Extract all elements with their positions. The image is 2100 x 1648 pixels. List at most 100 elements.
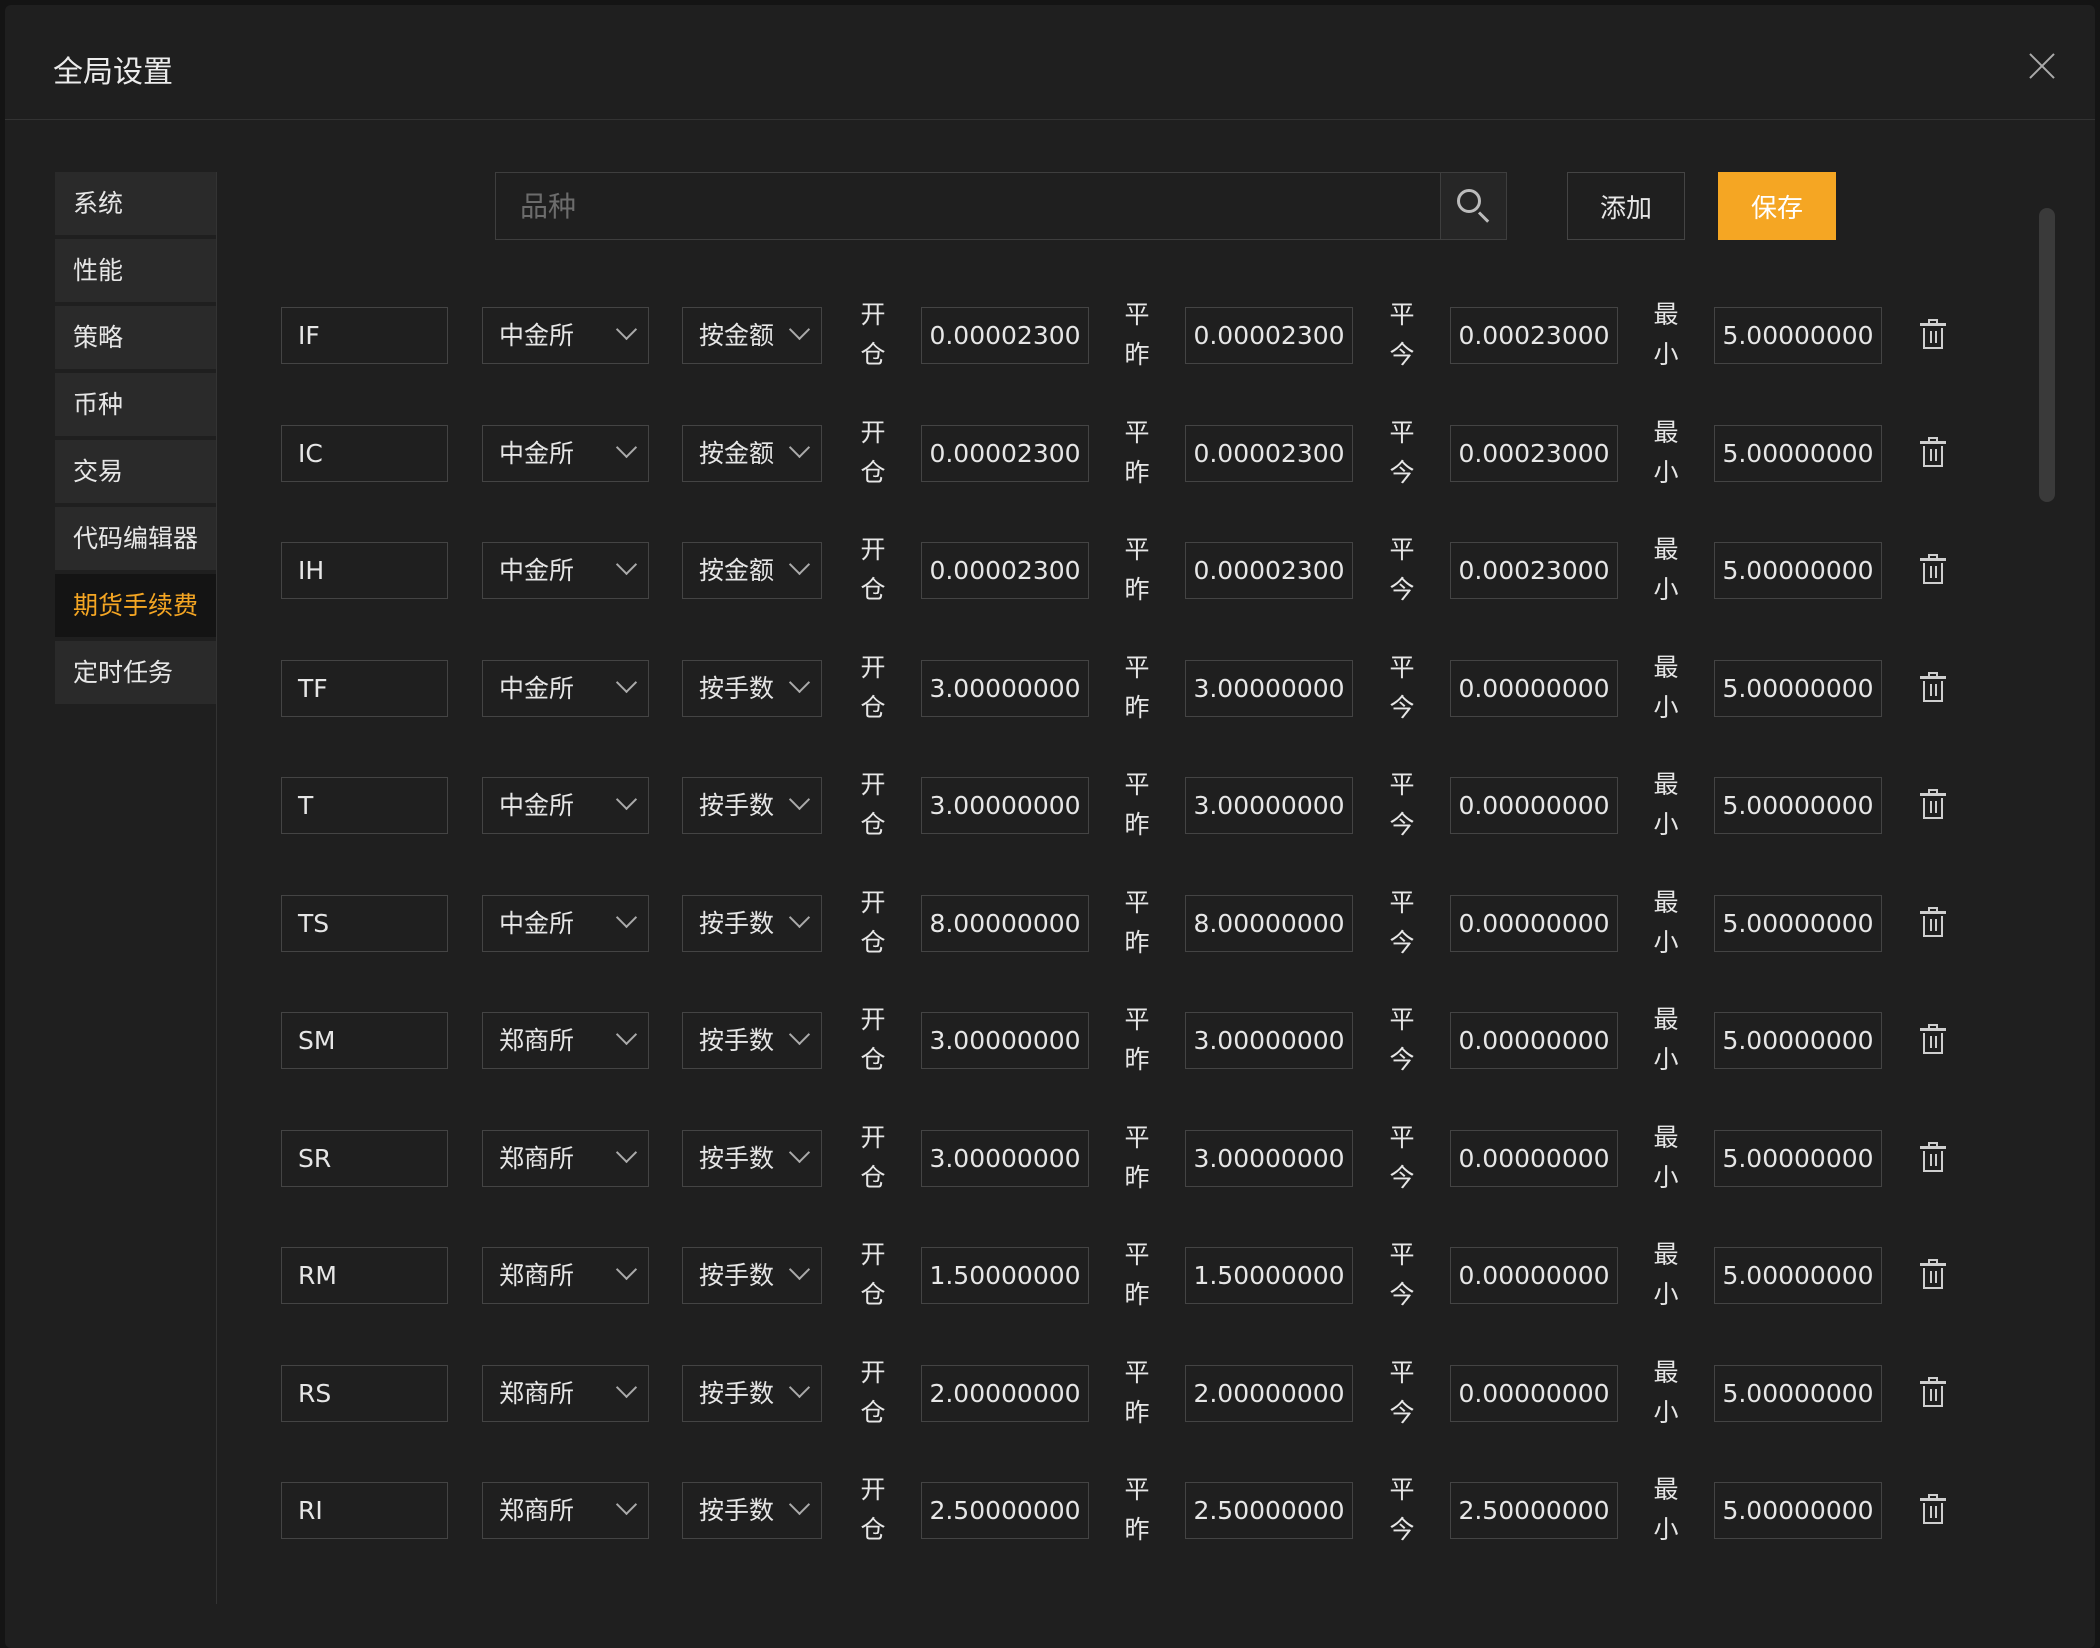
exchange-select[interactable]: 郑商所: [482, 1129, 649, 1187]
close-today-fee-input[interactable]: 0.00000000: [1450, 1012, 1618, 1069]
add-button[interactable]: 添加: [1567, 172, 1685, 240]
minimum-fee-input[interactable]: 5.00000000: [1714, 1129, 1882, 1187]
fee-mode-select[interactable]: 按手数: [682, 777, 822, 834]
close-today-fee-input[interactable]: 0.00000000: [1450, 1247, 1618, 1304]
trash-icon[interactable]: [1920, 1494, 1946, 1524]
save-button[interactable]: 保存: [1718, 172, 1836, 240]
open-fee-input[interactable]: 2.00000000: [921, 1364, 1089, 1422]
open-fee-input[interactable]: 3.00000000: [921, 777, 1089, 834]
close-yesterday-fee-input[interactable]: 0.00002300: [1185, 424, 1353, 482]
sidebar-item-4[interactable]: 交易: [55, 440, 216, 503]
code-input[interactable]: RM: [281, 1247, 448, 1304]
minimum-fee-input[interactable]: 5.00000000: [1714, 1012, 1882, 1069]
close-today-fee-input[interactable]: 0.00023000: [1450, 307, 1618, 364]
close-yesterday-fee-input[interactable]: 2.50000000: [1185, 1482, 1353, 1539]
open-fee-input[interactable]: 1.50000000: [921, 1247, 1089, 1304]
sidebar-item-2[interactable]: 策略: [55, 306, 216, 369]
search-input[interactable]: [496, 173, 1440, 239]
trash-icon[interactable]: [1920, 1141, 1946, 1172]
open-fee-input[interactable]: 2.50000000: [921, 1482, 1089, 1539]
open-fee-input[interactable]: 3.00000000: [921, 1012, 1089, 1069]
close-today-fee-input[interactable]: 0.00000000: [1450, 777, 1618, 834]
minimum-fee-input[interactable]: 5.00000000: [1714, 659, 1882, 717]
trash-icon[interactable]: [1920, 1376, 1946, 1407]
sidebar-item-1[interactable]: 性能: [55, 239, 216, 302]
exchange-select[interactable]: 中金所: [482, 424, 649, 482]
close-yesterday-fee-input[interactable]: 2.00000000: [1185, 1364, 1353, 1422]
close-yesterday-fee-input[interactable]: 3.00000000: [1185, 1012, 1353, 1069]
search-button[interactable]: [1440, 173, 1506, 239]
trash-icon[interactable]: [1920, 1259, 1946, 1289]
close-icon[interactable]: [2025, 49, 2059, 83]
exchange-select[interactable]: 中金所: [482, 659, 649, 717]
fee-mode-select[interactable]: 按手数: [682, 894, 822, 952]
open-fee-input[interactable]: 8.00000000: [921, 894, 1089, 952]
close-yesterday-fee-input[interactable]: 3.00000000: [1185, 659, 1353, 717]
exchange-select[interactable]: 中金所: [482, 894, 649, 952]
vertical-scrollbar[interactable]: [2039, 208, 2055, 502]
close-today-fee-input[interactable]: 0.00000000: [1450, 894, 1618, 952]
close-yesterday-fee-input[interactable]: 0.00002300: [1185, 307, 1353, 364]
trash-icon[interactable]: [1920, 319, 1946, 349]
open-fee-input[interactable]: 3.00000000: [921, 659, 1089, 717]
code-input[interactable]: T: [281, 777, 448, 834]
open-fee-input[interactable]: 0.00002300: [921, 424, 1089, 482]
code-input[interactable]: RS: [281, 1364, 448, 1422]
trash-icon[interactable]: [1920, 554, 1946, 584]
exchange-select[interactable]: 中金所: [482, 542, 649, 599]
minimum-fee-input[interactable]: 5.00000000: [1714, 777, 1882, 834]
sidebar-item-3[interactable]: 币种: [55, 373, 216, 436]
open-fee-input[interactable]: 3.00000000: [921, 1129, 1089, 1187]
code-input[interactable]: TS: [281, 894, 448, 952]
minimum-fee-input[interactable]: 5.00000000: [1714, 1482, 1882, 1539]
fee-mode-select[interactable]: 按手数: [682, 659, 822, 717]
code-input[interactable]: TF: [281, 659, 448, 717]
minimum-fee-input[interactable]: 5.00000000: [1714, 542, 1882, 599]
minimum-fee-input[interactable]: 5.00000000: [1714, 894, 1882, 952]
fee-mode-select[interactable]: 按金额: [682, 307, 822, 364]
close-yesterday-fee-input[interactable]: 3.00000000: [1185, 1129, 1353, 1187]
close-today-fee-input[interactable]: 0.00000000: [1450, 1129, 1618, 1187]
fee-mode-select[interactable]: 按金额: [682, 542, 822, 599]
sidebar-item-7[interactable]: 定时任务: [55, 641, 216, 704]
close-yesterday-fee-input[interactable]: 8.00000000: [1185, 894, 1353, 952]
trash-icon[interactable]: [1920, 789, 1946, 819]
code-input[interactable]: RI: [281, 1482, 448, 1539]
close-today-fee-input[interactable]: 0.00023000: [1450, 542, 1618, 599]
trash-icon[interactable]: [1920, 671, 1946, 702]
code-input[interactable]: IF: [281, 307, 448, 364]
open-fee-input[interactable]: 0.00002300: [921, 542, 1089, 599]
fee-mode-select[interactable]: 按手数: [682, 1482, 822, 1539]
minimum-fee-input[interactable]: 5.00000000: [1714, 1247, 1882, 1304]
sidebar-item-6[interactable]: 期货手续费: [55, 574, 216, 637]
close-today-fee-input[interactable]: 0.00000000: [1450, 659, 1618, 717]
trash-icon[interactable]: [1920, 436, 1946, 467]
close-yesterday-fee-input[interactable]: 3.00000000: [1185, 777, 1353, 834]
minimum-fee-input[interactable]: 5.00000000: [1714, 1364, 1882, 1422]
exchange-select[interactable]: 郑商所: [482, 1012, 649, 1069]
fee-mode-select[interactable]: 按手数: [682, 1364, 822, 1422]
exchange-select[interactable]: 中金所: [482, 777, 649, 834]
fee-mode-select[interactable]: 按手数: [682, 1012, 822, 1069]
close-yesterday-fee-input[interactable]: 1.50000000: [1185, 1247, 1353, 1304]
trash-icon[interactable]: [1920, 906, 1946, 937]
close-yesterday-fee-input[interactable]: 0.00002300: [1185, 542, 1353, 599]
code-input[interactable]: SM: [281, 1012, 448, 1069]
minimum-fee-input[interactable]: 5.00000000: [1714, 307, 1882, 364]
fee-mode-select[interactable]: 按手数: [682, 1129, 822, 1187]
close-today-fee-input[interactable]: 0.00023000: [1450, 424, 1618, 482]
open-fee-input[interactable]: 0.00002300: [921, 307, 1089, 364]
exchange-select[interactable]: 郑商所: [482, 1364, 649, 1422]
fee-mode-select[interactable]: 按手数: [682, 1247, 822, 1304]
exchange-select[interactable]: 郑商所: [482, 1247, 649, 1304]
fee-mode-select[interactable]: 按金额: [682, 424, 822, 482]
sidebar-item-5[interactable]: 代码编辑器: [55, 507, 216, 570]
code-input[interactable]: IC: [281, 424, 448, 482]
exchange-select[interactable]: 中金所: [482, 307, 649, 364]
close-today-fee-input[interactable]: 0.00000000: [1450, 1364, 1618, 1422]
minimum-fee-input[interactable]: 5.00000000: [1714, 424, 1882, 482]
sidebar-item-0[interactable]: 系统: [55, 172, 216, 235]
trash-icon[interactable]: [1920, 1024, 1946, 1054]
code-input[interactable]: IH: [281, 542, 448, 599]
exchange-select[interactable]: 郑商所: [482, 1482, 649, 1539]
